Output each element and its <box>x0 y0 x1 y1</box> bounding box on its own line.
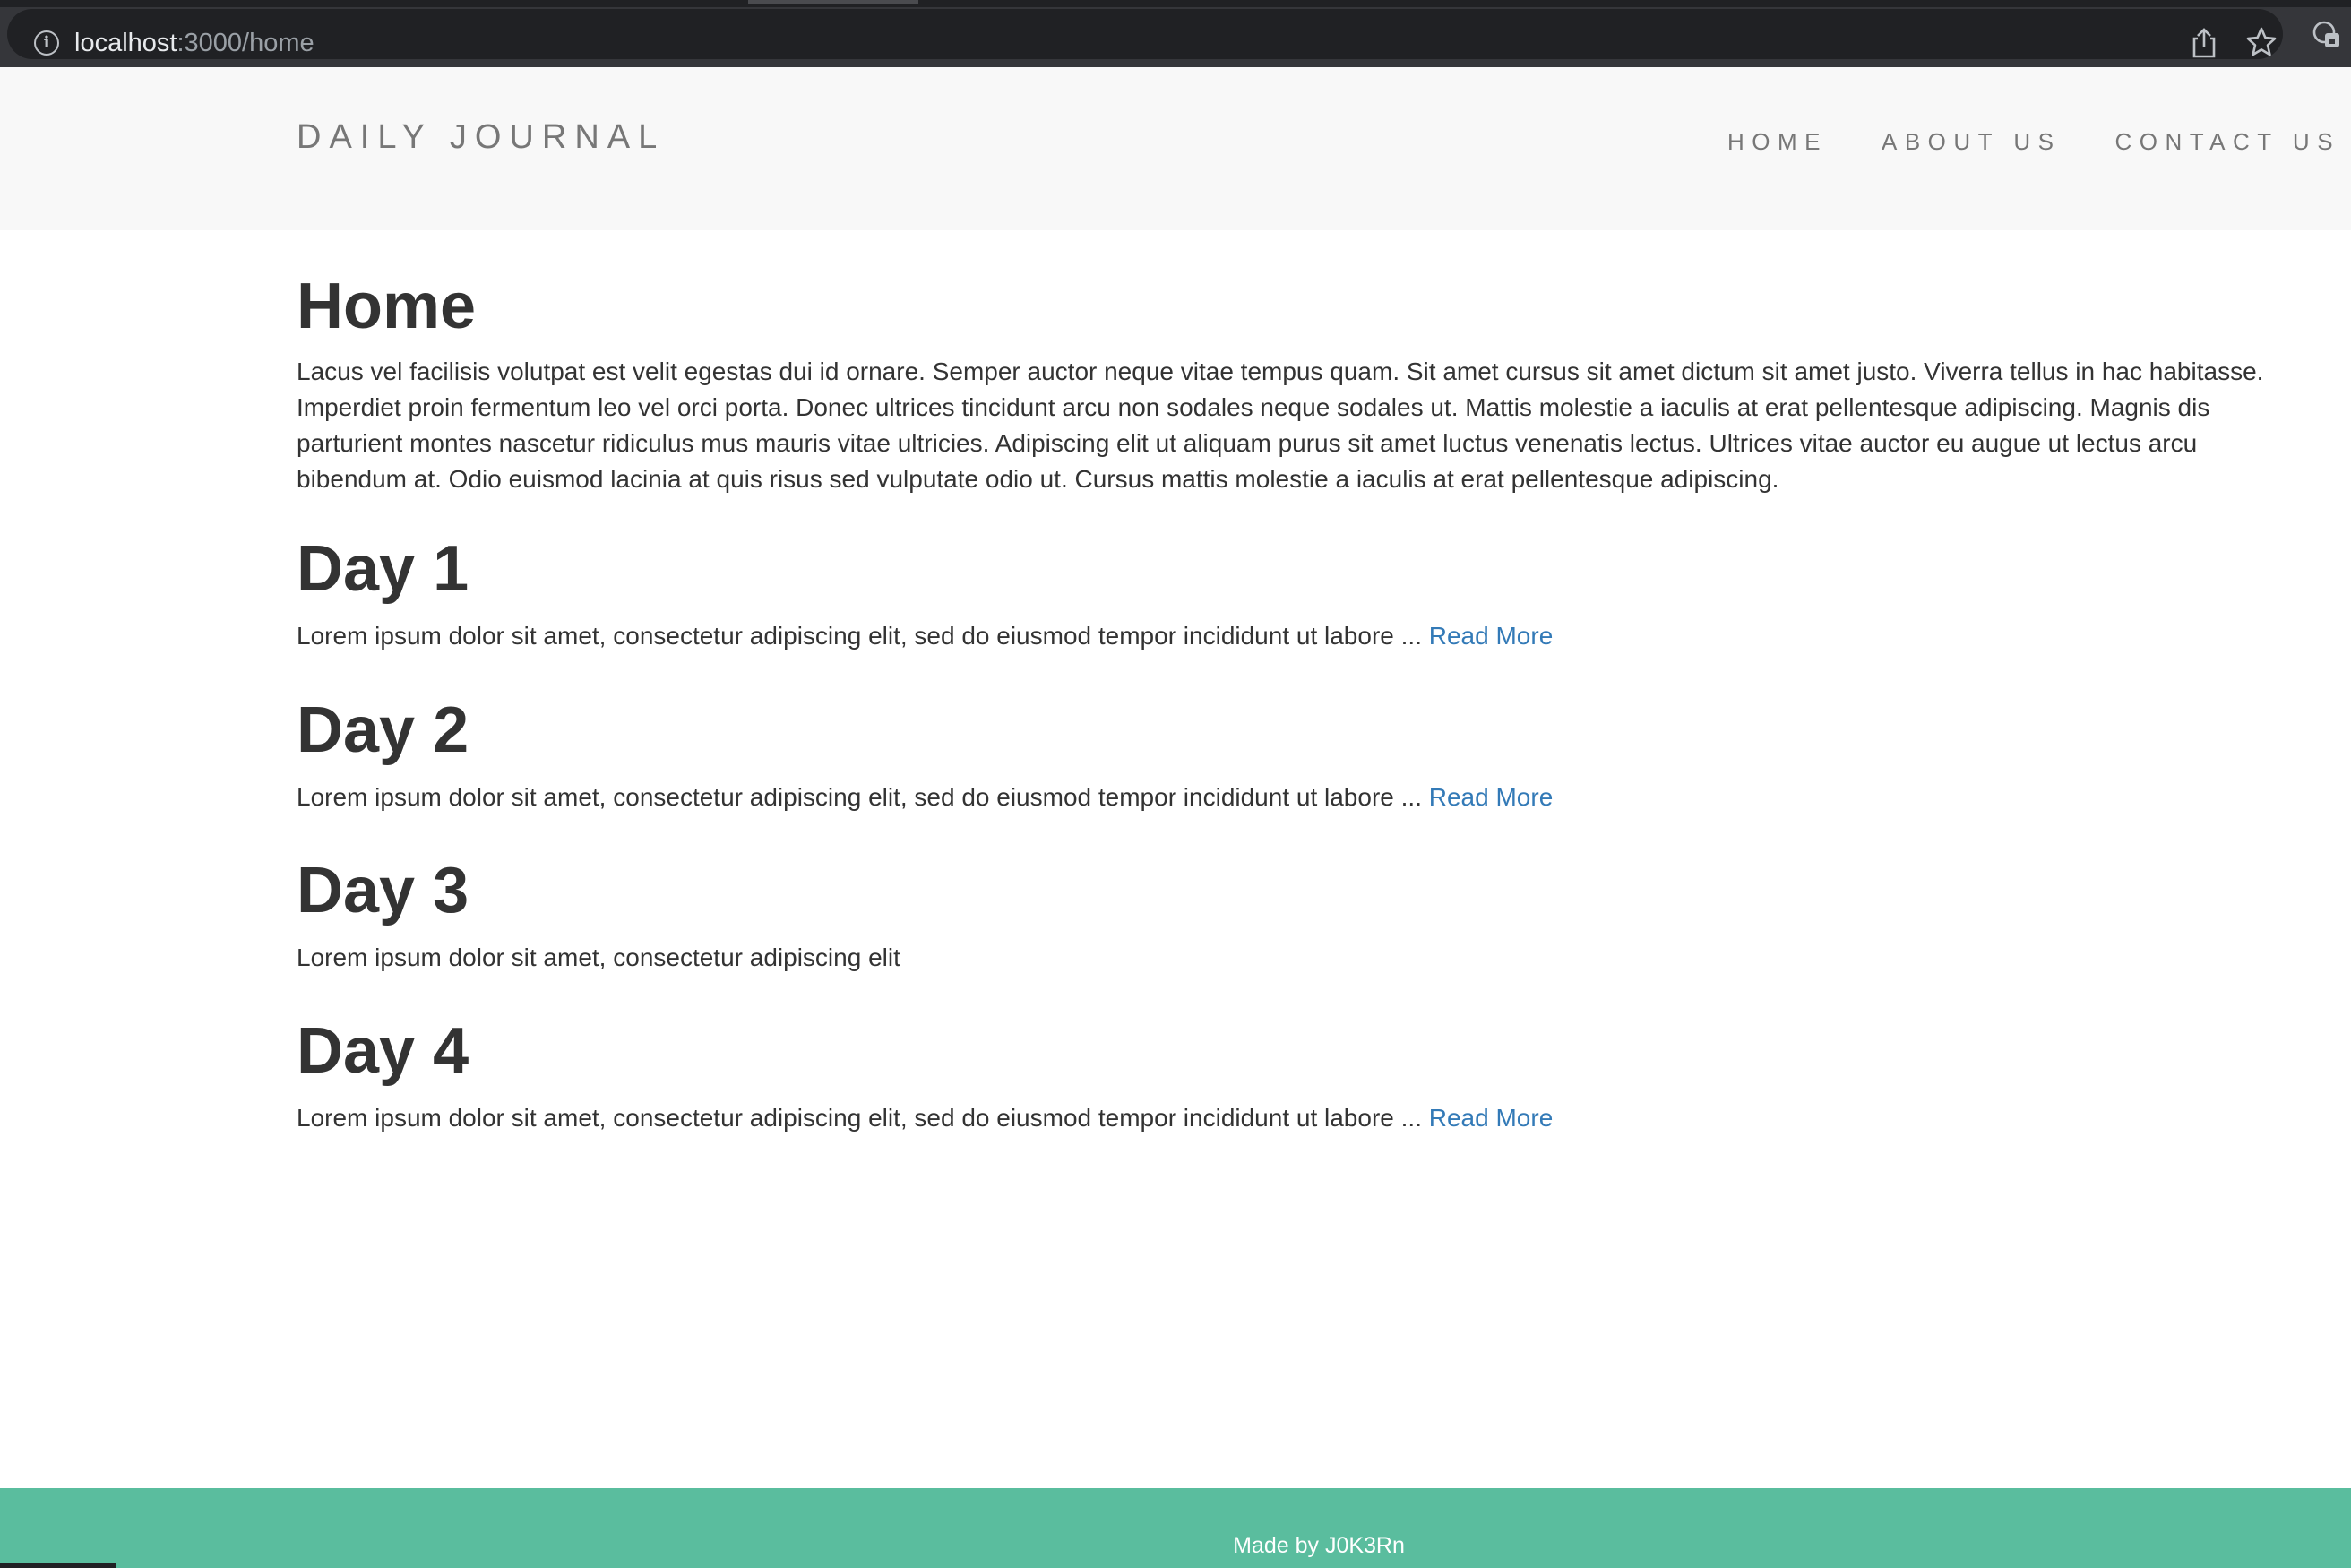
browser-toolbar: i localhost:3000/home <box>0 0 2351 67</box>
post-excerpt: Lorem ipsum dolor sit amet, consectetur … <box>297 618 2295 654</box>
post-title: Day 3 <box>297 855 469 926</box>
site-navbar: DAILY JOURNAL HOME ABOUT US CONTACT US <box>0 67 2351 230</box>
nav-contact-us-link[interactable]: CONTACT US <box>2114 128 2340 156</box>
main-nav: HOME ABOUT US CONTACT US <box>1727 128 2340 156</box>
nav-about-us-link[interactable]: ABOUT US <box>1882 128 2061 156</box>
post-item: Day 4 Lorem ipsum dolor sit amet, consec… <box>297 1011 2295 1136</box>
post-item: Day 2 Lorem ipsum dolor sit amet, consec… <box>297 690 2295 815</box>
share-icon[interactable] <box>2189 27 2219 59</box>
post-title: Day 2 <box>297 694 469 766</box>
post-item: Day 3 Lorem ipsum dolor sit amet, consec… <box>297 850 2295 976</box>
post-excerpt-text: Lorem ipsum dolor sit amet, consectetur … <box>297 943 900 971</box>
page-title: Home <box>297 271 477 342</box>
read-more-link[interactable]: Read More <box>1429 1104 1554 1132</box>
post-excerpt: Lorem ipsum dolor sit amet, consectetur … <box>297 1100 2295 1136</box>
post-excerpt: Lorem ipsum dolor sit amet, consectetur … <box>297 780 2295 815</box>
url-host: localhost <box>74 29 177 57</box>
bookmark-star-icon[interactable] <box>2244 25 2278 59</box>
post-item: Day 1 Lorem ipsum dolor sit amet, consec… <box>297 529 2295 654</box>
intro-paragraph: Lacus vel facilisis volutpat est velit e… <box>297 358 2264 493</box>
post-excerpt-text: Lorem ipsum dolor sit amet, consectetur … <box>297 622 1429 650</box>
read-more-link[interactable]: Read More <box>1429 783 1554 811</box>
post-excerpt-text: Lorem ipsum dolor sit amet, consectetur … <box>297 783 1429 811</box>
site-info-icon[interactable]: i <box>34 30 59 56</box>
site-footer: Made by J0K3Rn <box>0 1488 2351 1568</box>
footer-credit: Made by J0K3Rn <box>1233 1533 1405 1558</box>
read-more-link[interactable]: Read More <box>1429 622 1554 650</box>
post-excerpt-text: Lorem ipsum dolor sit amet, consectetur … <box>297 1104 1429 1132</box>
url-path: :3000/home <box>177 29 314 57</box>
nav-home-link[interactable]: HOME <box>1727 128 1828 156</box>
post-title: Day 4 <box>297 1015 469 1087</box>
extension-icon[interactable] <box>2312 20 2342 50</box>
url-text[interactable]: localhost:3000/home <box>74 26 314 60</box>
active-tab-indicator[interactable] <box>748 0 918 4</box>
window-edge <box>0 1563 116 1568</box>
tab-strip <box>0 0 2351 7</box>
post-title: Day 1 <box>297 533 469 605</box>
brand-logo-link[interactable]: DAILY JOURNAL <box>297 118 665 157</box>
post-excerpt: Lorem ipsum dolor sit amet, consectetur … <box>297 940 2295 976</box>
address-bar[interactable]: i localhost:3000/home <box>7 9 2283 59</box>
